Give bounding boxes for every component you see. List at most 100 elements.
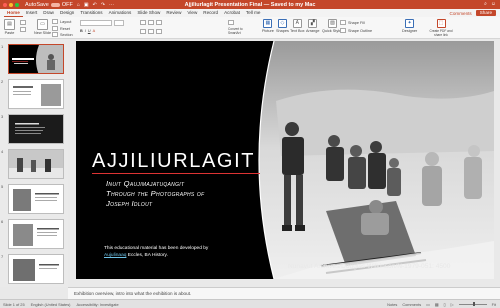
- account-icon[interactable]: ☺: [491, 1, 496, 7]
- home-icon[interactable]: ⌂: [77, 2, 80, 8]
- section-row[interactable]: Section: [52, 32, 73, 37]
- photo-credit[interactable]: Nunavut Archives/Douglas Wilkinson/N-197…: [288, 263, 450, 270]
- subtitle-line-2: Through the Photographs of: [106, 189, 205, 198]
- layout-row[interactable]: Layout: [52, 19, 71, 24]
- align-right-icon[interactable]: [156, 29, 162, 34]
- pdf-icon[interactable]: ⬚: [436, 19, 446, 28]
- clipboard-icon[interactable]: ▤: [4, 19, 15, 30]
- reset-row[interactable]: Reset: [52, 26, 70, 31]
- autosave-switch[interactable]: [50, 2, 60, 7]
- language-indicator[interactable]: English (United States): [31, 302, 71, 307]
- tab-tell-me[interactable]: Tell me: [243, 9, 264, 17]
- status-right: Notes Comments ▭ ▦ ▯ ▷ Fit: [387, 302, 496, 307]
- bullets-icon[interactable]: [140, 20, 146, 25]
- tab-view[interactable]: View: [184, 9, 200, 17]
- tab-home[interactable]: Home: [4, 9, 23, 17]
- picture-icon[interactable]: ▦: [263, 19, 273, 28]
- thumbnail-slide-4[interactable]: [8, 149, 64, 179]
- save-icon[interactable]: ▣: [84, 2, 89, 8]
- zoom-slider[interactable]: [458, 302, 487, 306]
- underline-icon[interactable]: U: [88, 29, 91, 33]
- tab-draw[interactable]: Draw: [40, 9, 57, 17]
- thumbnail-slide-6[interactable]: [8, 219, 64, 249]
- redo-icon[interactable]: ↷: [101, 2, 105, 8]
- zoom-level[interactable]: Fit: [492, 302, 496, 307]
- share-button[interactable]: Share: [475, 10, 496, 16]
- zoom-slider-thumb[interactable]: [472, 302, 475, 306]
- tab-slide-show[interactable]: Slide Show: [134, 9, 163, 17]
- more-icon[interactable]: ···: [109, 2, 114, 8]
- align-center-icon[interactable]: [148, 29, 154, 34]
- comments-toggle[interactable]: Comments: [402, 302, 421, 307]
- text-box-icon[interactable]: A: [292, 19, 302, 28]
- italic-icon[interactable]: I: [85, 29, 86, 33]
- bold-icon[interactable]: B: [80, 29, 83, 33]
- shape-outline-label: Shape Outline: [348, 28, 373, 33]
- reset-icon: [52, 26, 58, 31]
- thumbnail-slide-2[interactable]: [8, 79, 64, 109]
- speaker-notes[interactable]: Exhibition overview, intro into what the…: [68, 287, 500, 299]
- shape-outline-row[interactable]: Shape Outline: [340, 28, 372, 33]
- slide-sorter-icon[interactable]: ▦: [435, 302, 439, 307]
- reading-view-icon[interactable]: ▯: [444, 302, 446, 307]
- tab-acrobat[interactable]: Acrobat: [221, 9, 243, 17]
- text-box-label: Text Box: [290, 29, 305, 33]
- shapes-group[interactable]: ◇ Shapes: [276, 19, 289, 33]
- textbox-group[interactable]: A Text Box: [290, 19, 305, 33]
- shapes-label: Shapes: [276, 29, 289, 33]
- cut-icon[interactable]: [20, 20, 26, 25]
- tab-animations[interactable]: Animations: [106, 9, 135, 17]
- author-link[interactable]: Aujulinaaq: [104, 253, 126, 258]
- slide-thumbnails-pane: 1 2 3 4 5 6 7: [0, 40, 68, 287]
- thumbnail-number: 7: [1, 254, 4, 259]
- thumbnail-number: 5: [1, 184, 4, 189]
- tab-review[interactable]: Review: [163, 9, 184, 17]
- thumbnail-number: 1: [1, 44, 4, 49]
- copy-icon[interactable]: [20, 27, 26, 32]
- font-size-select[interactable]: [114, 20, 124, 26]
- font-color-icon[interactable]: A: [93, 29, 96, 33]
- maximize-window-button[interactable]: [15, 2, 19, 7]
- slide-subtitle[interactable]: Inuit Qaujimajatuqangit Through the Phot…: [106, 179, 204, 209]
- quick-styles-icon[interactable]: ▨: [328, 19, 338, 28]
- status-bar: Slide 1 of 25 English (United States) Ac…: [0, 299, 500, 308]
- thumbnail-slide-1[interactable]: [8, 44, 64, 74]
- indent-icon[interactable]: [156, 20, 162, 25]
- smartart-row[interactable]: Convert to SmartArt: [228, 20, 254, 35]
- autosave-toggle[interactable]: AutoSave OFF: [25, 2, 73, 8]
- tab-insert[interactable]: Insert: [23, 9, 41, 17]
- thumbnail-slide-7[interactable]: [8, 254, 64, 284]
- tab-design[interactable]: Design: [57, 9, 77, 17]
- undo-icon[interactable]: ↶: [93, 2, 97, 8]
- font-family-select[interactable]: [80, 20, 112, 26]
- minimize-window-button[interactable]: [9, 2, 13, 7]
- new-slide-group[interactable]: ▭ New Slide: [34, 19, 51, 35]
- slide-title[interactable]: AJJILIURLAGIT: [92, 150, 255, 173]
- slideshow-icon[interactable]: ▷: [451, 302, 454, 307]
- search-icon[interactable]: ⌕: [484, 1, 487, 7]
- close-window-button[interactable]: [3, 2, 7, 7]
- align-left-icon[interactable]: [140, 29, 146, 34]
- tab-transitions[interactable]: Transitions: [77, 9, 105, 17]
- shape-fill-row[interactable]: Shape Fill: [340, 20, 365, 25]
- normal-view-icon[interactable]: ▭: [426, 302, 430, 307]
- create-pdf-group[interactable]: ⬚ Create PDF and share link: [428, 19, 454, 37]
- new-slide-icon[interactable]: ▭: [37, 19, 49, 30]
- arrange-icon[interactable]: ▞: [308, 19, 318, 28]
- paste-group[interactable]: ▤ Paste: [4, 19, 15, 35]
- thumbnail-slide-3[interactable]: [8, 114, 64, 144]
- slide-credit-note[interactable]: This educational material has been devel…: [104, 246, 264, 259]
- designer-icon[interactable]: ✦: [405, 19, 415, 28]
- arrange-group[interactable]: ▞ Arrange: [306, 19, 320, 33]
- tab-record[interactable]: Record: [200, 9, 221, 17]
- slide-canvas[interactable]: AJJILIURLAGIT Inuit Qaujimajatuqangit Th…: [76, 41, 494, 279]
- thumbnail-number: 2: [1, 79, 4, 84]
- numbering-icon[interactable]: [148, 20, 154, 25]
- thumbnail-slide-5[interactable]: [8, 184, 64, 214]
- picture-group[interactable]: ▦ Picture: [262, 19, 274, 33]
- accessibility-indicator[interactable]: Accessibility: Investigate: [76, 302, 118, 307]
- designer-group[interactable]: ✦ Designer: [402, 19, 417, 33]
- notes-toggle[interactable]: Notes: [387, 302, 397, 307]
- comments-button[interactable]: Comments: [450, 11, 472, 16]
- shapes-icon[interactable]: ◇: [277, 19, 287, 28]
